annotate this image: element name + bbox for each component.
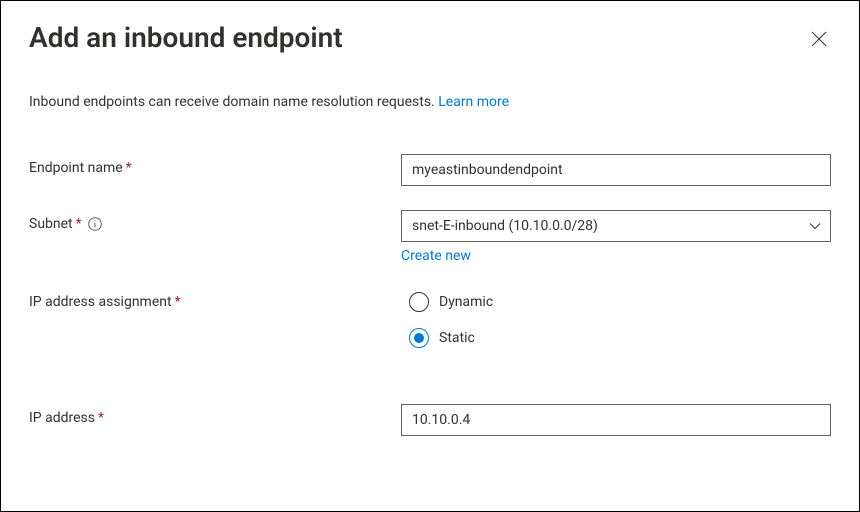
radio-label-dynamic: Dynamic (439, 294, 493, 310)
radio-option-dynamic[interactable]: Dynamic (409, 292, 831, 312)
radio-icon (409, 328, 429, 348)
ip-assignment-radio-group: Dynamic Static (401, 288, 831, 348)
info-icon[interactable] (88, 217, 102, 231)
ip-assignment-label-text: IP address assignment (29, 294, 172, 310)
ip-assignment-label: IP address assignment * (29, 288, 401, 310)
ip-address-label: IP address * (29, 404, 401, 426)
panel-title: Add an inbound endpoint (29, 21, 343, 54)
required-indicator: * (126, 160, 132, 176)
intro-text: Inbound endpoints can receive domain nam… (29, 94, 831, 110)
radio-icon (409, 292, 429, 312)
required-indicator: * (98, 410, 104, 426)
radio-label-static: Static (439, 330, 475, 346)
learn-more-link[interactable]: Learn more (438, 94, 509, 110)
create-new-subnet-link[interactable]: Create new (401, 248, 471, 264)
intro-description: Inbound endpoints can receive domain nam… (29, 94, 438, 110)
close-icon (811, 31, 827, 50)
close-button[interactable] (807, 27, 831, 54)
endpoint-name-label-text: Endpoint name (29, 160, 123, 176)
required-indicator: * (76, 216, 82, 232)
ip-address-input[interactable] (401, 404, 831, 436)
radio-option-static[interactable]: Static (409, 328, 831, 348)
ip-address-label-text: IP address (29, 410, 95, 426)
subnet-label: Subnet * (29, 210, 401, 232)
subnet-select[interactable]: snet-E-inbound (10.10.0.0/28) (401, 210, 831, 242)
endpoint-name-label: Endpoint name * (29, 154, 401, 176)
endpoint-name-input[interactable] (401, 154, 831, 186)
required-indicator: * (175, 294, 181, 310)
subnet-label-text: Subnet (29, 216, 73, 232)
